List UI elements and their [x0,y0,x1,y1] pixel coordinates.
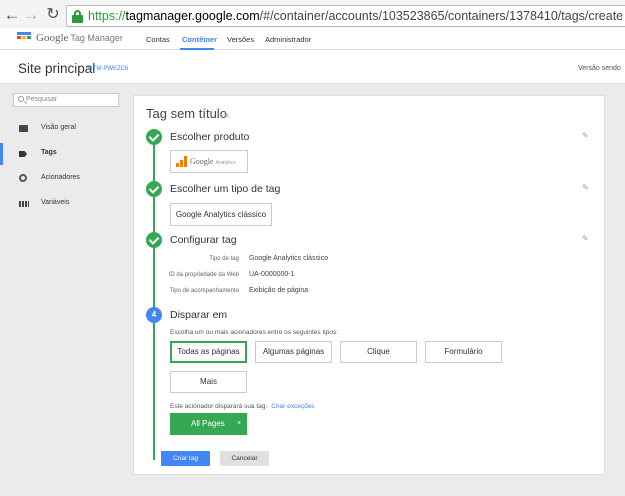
selected-trigger-label: All Pages [191,419,225,428]
trigger-icon [19,174,27,182]
trigger-caption: Escolha um ou mais acionadores entre os … [170,329,339,336]
fires-on-label: Este acionador disparará sua tag: [170,403,268,410]
edit-pencil-icon[interactable]: ✎ [582,183,589,192]
config-value: Google Analytics clássico [249,255,328,262]
sidebar-item-label: Tags [41,149,57,156]
tag-type-option[interactable]: Google Analytics clássico [170,203,272,226]
product-label: Google Analytics [190,157,236,166]
edit-pencil-icon[interactable]: ✎ [582,234,589,243]
nav-versions[interactable]: Versões [227,35,254,44]
forward-arrow-icon[interactable]: → [22,6,40,24]
rename-pencil-icon[interactable]: ✎ [223,111,230,120]
search-icon [18,96,24,102]
selected-trigger-chip[interactable]: All Pages × [170,413,247,435]
nav-admin[interactable]: Administrador [265,35,311,44]
config-label: ID da propriedade da Web [168,272,239,278]
sidebar-item-variables[interactable]: Variáveis [0,193,130,215]
trigger-option-click[interactable]: Clique [340,341,417,363]
briefcase-icon [19,125,28,132]
lock-icon [72,10,83,23]
remove-trigger-close-icon[interactable]: × [237,413,241,435]
back-arrow-icon[interactable]: ← [3,6,21,24]
container-id: GTM-PWKZC6 [88,66,129,72]
step-complete-check-icon [146,129,162,145]
address-bar[interactable]: https://tagmanager.google.com/#/containe… [66,5,625,27]
sidebar-item-label: Visão geral [41,124,76,131]
step-title-fire: Disparar em [170,309,228,321]
url-text: https://tagmanager.google.com/#/containe… [88,9,624,23]
tag-manager-logo-icon [17,32,31,42]
trigger-option-form[interactable]: Formulário [425,341,502,363]
nav-contas[interactable]: Contas [146,35,170,44]
variables-icon [19,201,29,207]
sidebar-item-label: Variáveis [41,199,70,206]
site-name[interactable]: Site principal [18,61,95,76]
edit-pencil-icon[interactable]: ✎ [582,131,589,140]
config-value: UA-0000000-1 [249,271,295,278]
sidebar-item-overview[interactable]: Visão geral [0,118,130,140]
tag-title[interactable]: Tag sem título [146,106,227,121]
app-header: Google Tag Manager Contas Contêiner Versõ… [0,28,625,50]
sidebar-item-label: Acionadores [41,174,80,181]
step-complete-check-icon [146,181,162,197]
cancel-button[interactable]: Cancelar [220,451,269,466]
create-tag-button[interactable]: Criar tag [161,451,210,466]
config-value: Exibição de página [249,287,309,294]
trigger-option-more[interactable]: Mais [170,371,247,393]
config-label: Tipo de tag [209,256,239,262]
product-name: Google Tag Manager [36,32,123,44]
trigger-option-all-pages[interactable]: Todas as páginas [170,341,247,363]
step-title-product: Escolher produto [170,131,250,143]
version-status: Versão sendo [578,65,621,72]
create-exceptions-link[interactable]: Criar exceções [271,403,314,410]
step-title-tag-type: Escolher um tipo de tag [170,183,281,195]
reload-icon[interactable]: ↻ [44,6,62,24]
sidebar-item-tags[interactable]: Tags [0,143,130,165]
analytics-logo-icon [176,156,187,167]
fires-on-line: Este acionador disparará sua tag: Criar e… [170,403,315,410]
search-placeholder: Pesquisar [26,96,58,103]
sidebar-item-triggers[interactable]: Acionadores [0,168,130,190]
config-label: Tipo de acompanhamento [169,288,240,294]
step-title-configure: Configurar tag [170,234,237,246]
site-bar: Site principal GTM-PWKZC6 Versão sendo [0,50,625,84]
step-complete-check-icon [146,232,162,248]
nav-container[interactable]: Contêiner [182,35,217,44]
product-google-analytics[interactable]: Google Analytics [170,150,248,173]
tag-icon [19,151,27,157]
search-input[interactable]: Pesquisar [13,93,119,107]
trigger-option-some-pages[interactable]: Algumas páginas [255,341,332,363]
step-number-badge: 4 [146,307,162,323]
